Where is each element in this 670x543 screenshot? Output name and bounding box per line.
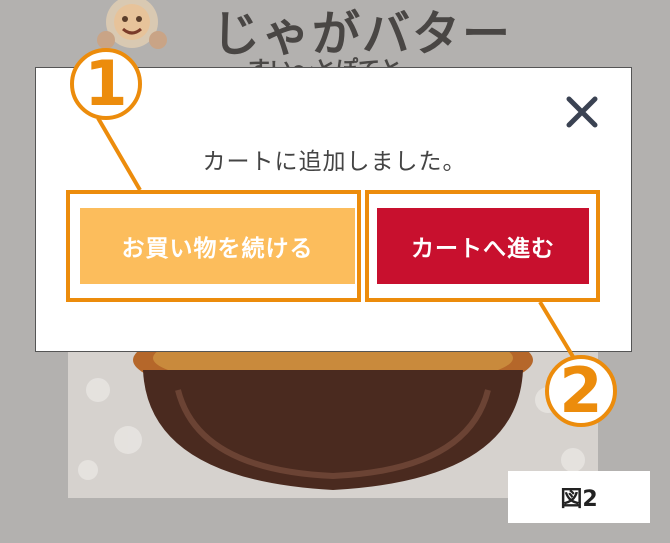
close-icon [566, 96, 598, 128]
close-button[interactable] [564, 94, 600, 130]
continue-shopping-button[interactable]: お買い物を続ける [80, 208, 355, 284]
callout-1: 1 [70, 48, 142, 120]
proceed-to-cart-button[interactable]: カートへ進む [377, 208, 589, 284]
dialog-message: カートに追加しました。 [202, 149, 467, 175]
figure-label: 図2 [508, 471, 650, 523]
callout-2: 2 [545, 355, 617, 427]
